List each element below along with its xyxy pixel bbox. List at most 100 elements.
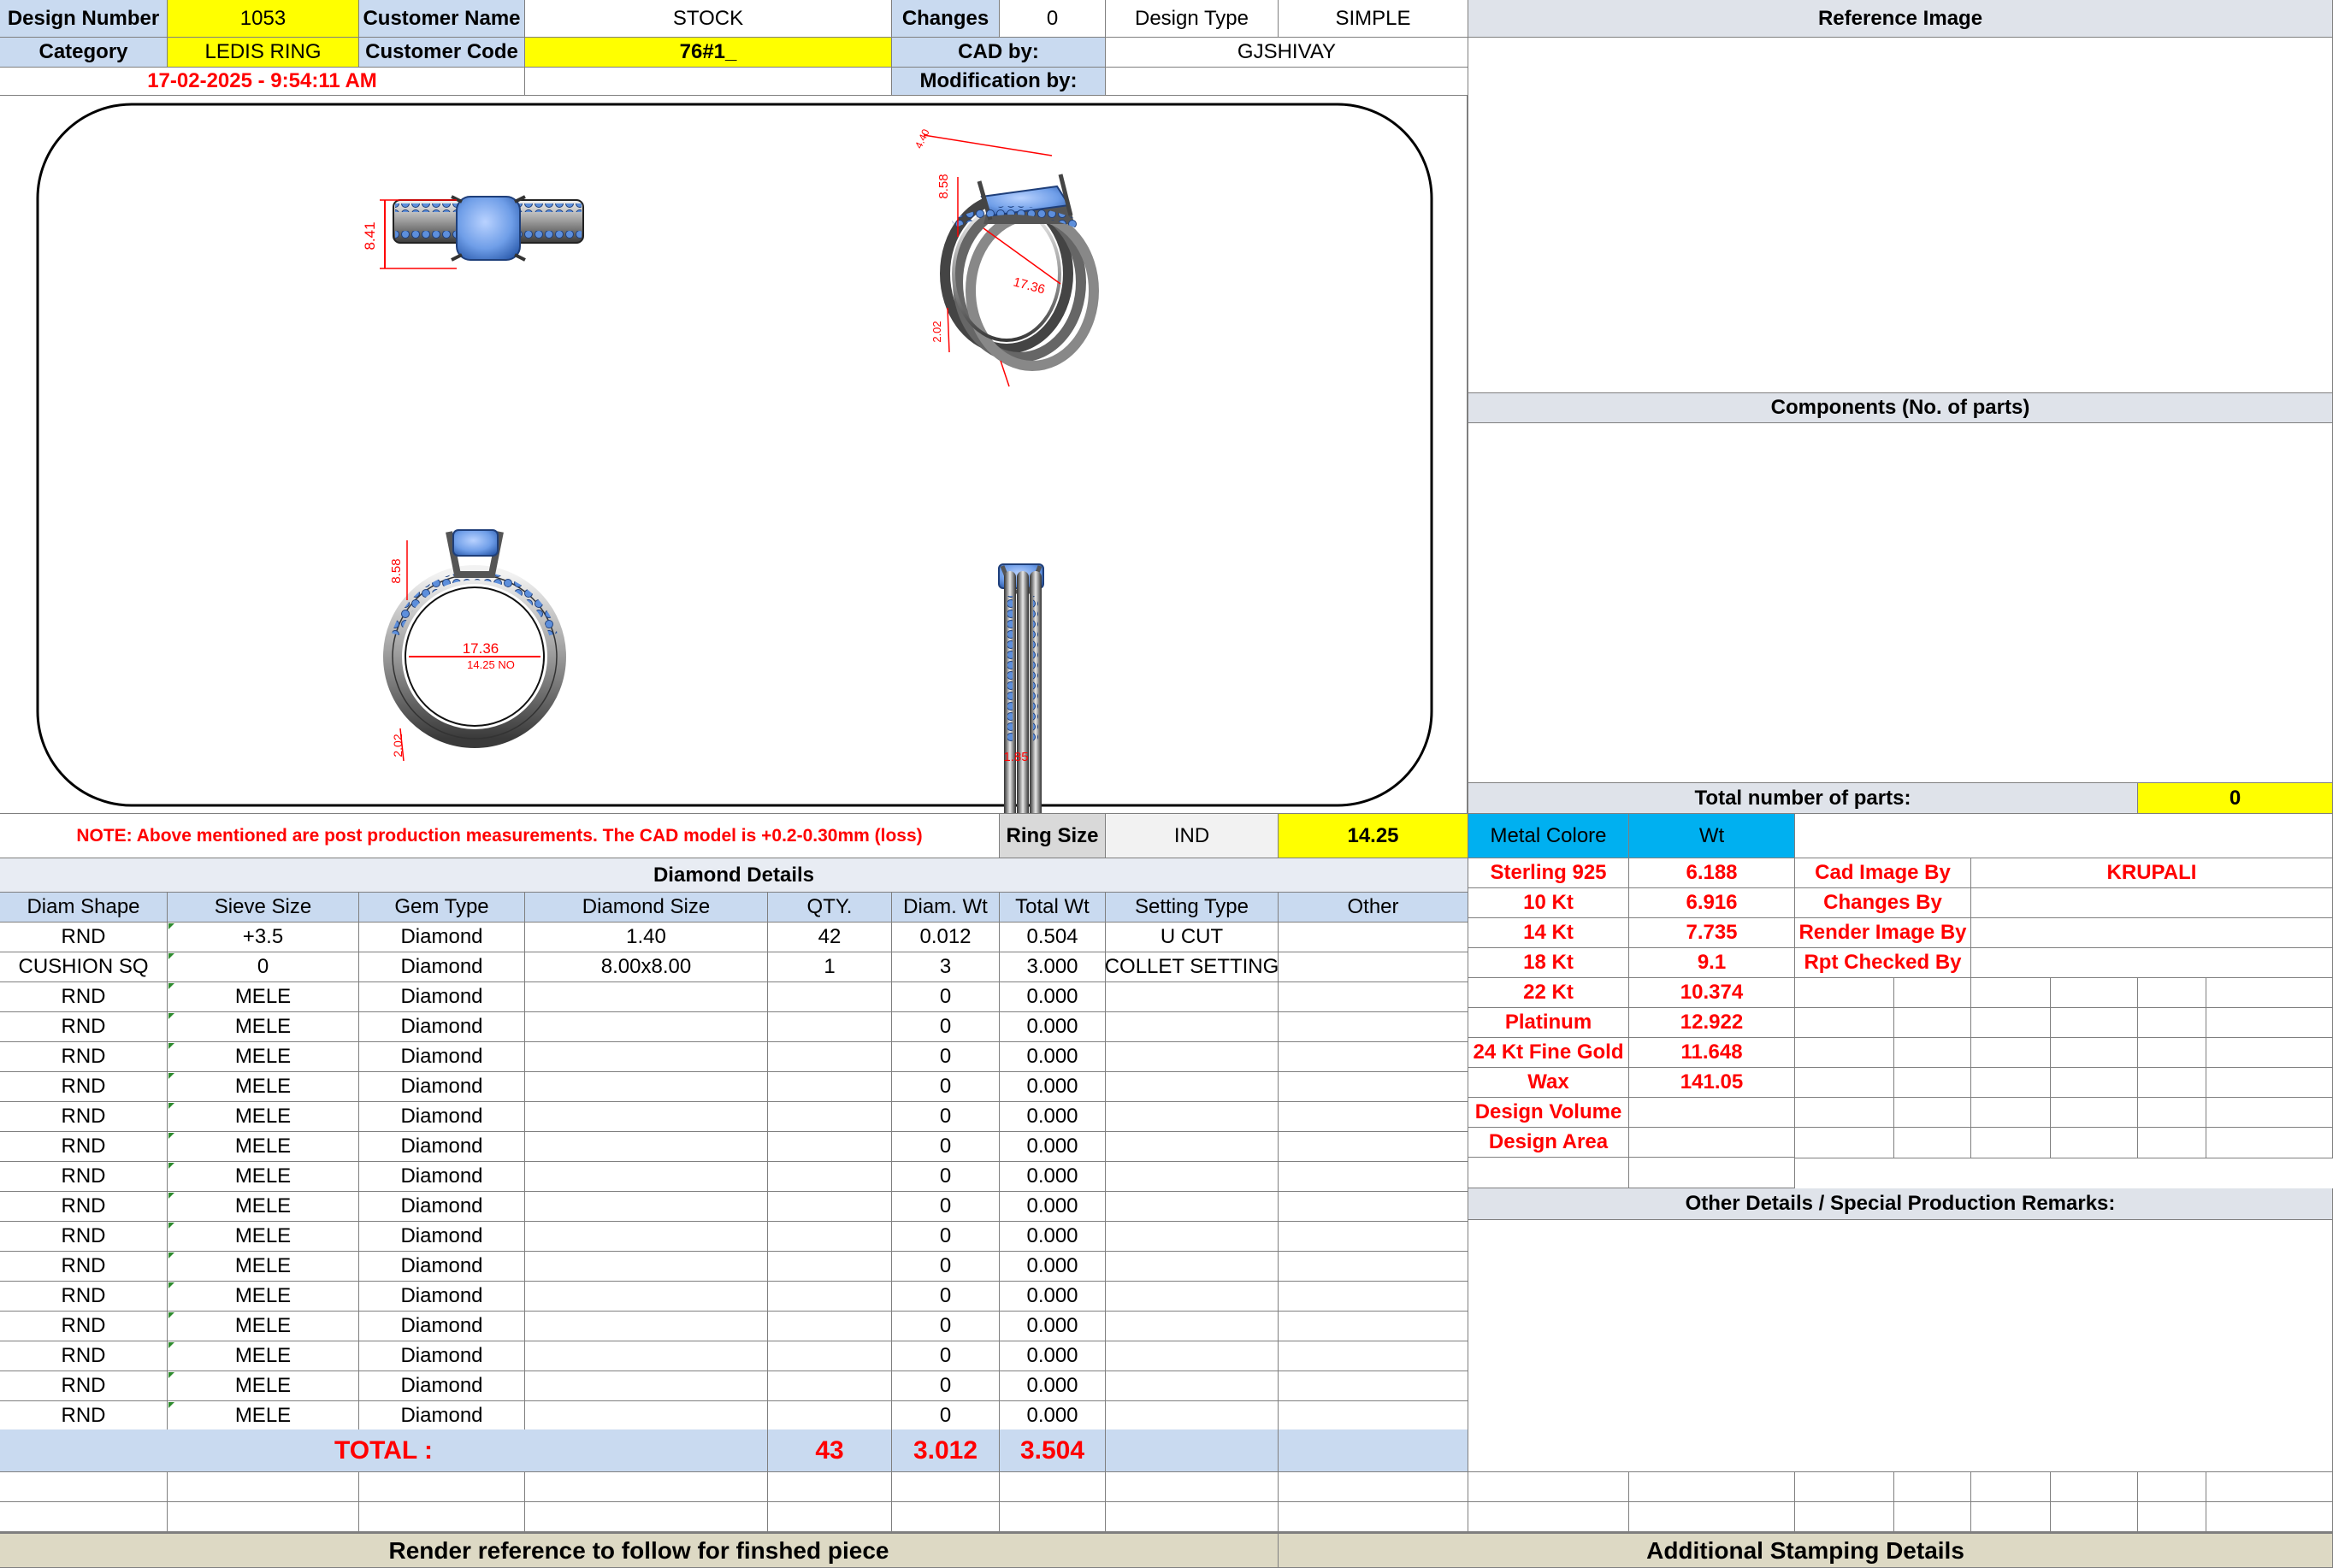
diamond-cell-qty[interactable]: 1 <box>768 952 892 982</box>
diamond-cell-shape[interactable]: RND <box>0 1042 168 1072</box>
metal-weight[interactable]: 6.916 <box>1629 888 1795 918</box>
grid-cell[interactable] <box>2051 1128 2138 1158</box>
diamond-cell-size[interactable]: 1.40 <box>525 923 768 952</box>
diamond-cell-total-wt[interactable]: 0.000 <box>1000 1102 1106 1132</box>
diamond-cell-diam-wt[interactable]: 0 <box>892 1371 1000 1401</box>
grid-cell[interactable] <box>2051 1008 2138 1038</box>
metal-weight[interactable]: 7.735 <box>1629 918 1795 948</box>
diamond-cell-size[interactable] <box>525 1341 768 1371</box>
metal-weight[interactable]: 11.648 <box>1629 1038 1795 1068</box>
diamond-cell-qty[interactable] <box>768 1162 892 1192</box>
diamond-cell-diam-wt[interactable]: 0 <box>892 1192 1000 1222</box>
diamond-cell-diam-wt[interactable]: 0 <box>892 1282 1000 1312</box>
ring-size-standard[interactable]: IND <box>1106 814 1279 858</box>
diamond-cell-qty[interactable] <box>768 982 892 1012</box>
diamond-cell-diam-wt[interactable]: 0 <box>892 1072 1000 1102</box>
diamond-cell-sieve[interactable]: MELE <box>168 1102 359 1132</box>
diamond-cell-setting[interactable] <box>1106 1042 1279 1072</box>
grid-cell[interactable] <box>1894 1128 1971 1158</box>
diamond-cell-qty[interactable]: 42 <box>768 923 892 952</box>
diamond-cell-total-wt[interactable]: 0.000 <box>1000 1341 1106 1371</box>
diamond-cell-diam-wt[interactable]: 0 <box>892 982 1000 1012</box>
grid-cell[interactable] <box>2206 978 2333 1008</box>
diamond-cell-shape[interactable]: RND <box>0 1102 168 1132</box>
metal-weight[interactable]: 10.374 <box>1629 978 1795 1008</box>
diamond-cell-sieve[interactable]: 0 <box>168 952 359 982</box>
diamond-cell-gem[interactable]: Diamond <box>359 1371 525 1401</box>
diamond-cell-diam-wt[interactable]: 0 <box>892 1162 1000 1192</box>
diamond-cell-sieve[interactable]: MELE <box>168 1042 359 1072</box>
grid-cell[interactable] <box>2206 1008 2333 1038</box>
diamond-cell-size[interactable] <box>525 1072 768 1102</box>
grid-cell[interactable] <box>2138 1128 2206 1158</box>
diamond-cell-qty[interactable] <box>768 1371 892 1401</box>
modification-value[interactable] <box>1106 68 1468 96</box>
diamond-cell-shape[interactable]: RND <box>0 1192 168 1222</box>
metal-weight[interactable] <box>1629 1098 1795 1128</box>
diamond-cell-other[interactable] <box>1279 1132 1468 1162</box>
diamond-cell-qty[interactable] <box>768 1312 892 1341</box>
diamond-cell-shape[interactable]: RND <box>0 1222 168 1252</box>
customer-code-value[interactable]: 76#1_ <box>525 38 892 68</box>
diamond-cell-size[interactable] <box>525 1192 768 1222</box>
diamond-cell-total-wt[interactable]: 0.000 <box>1000 1312 1106 1341</box>
blank-cell[interactable] <box>1971 1472 2051 1502</box>
diamond-cell-other[interactable] <box>1279 1312 1468 1341</box>
blank-cell[interactable] <box>1971 1502 2051 1532</box>
diamond-cell-total-wt[interactable]: 0.000 <box>1000 1132 1106 1162</box>
diamond-cell-gem[interactable]: Diamond <box>359 1012 525 1042</box>
blank-cell[interactable] <box>768 1472 892 1502</box>
grid-cell[interactable] <box>2206 1038 2333 1068</box>
grid-cell[interactable] <box>1894 978 1971 1008</box>
diamond-cell-sieve[interactable]: MELE <box>168 1401 359 1431</box>
staff-value[interactable]: KRUPALI <box>1971 858 2333 888</box>
design-number-value[interactable]: 1053 <box>168 0 359 38</box>
diamond-cell-size[interactable] <box>525 1102 768 1132</box>
diamond-cell-qty[interactable] <box>768 1252 892 1282</box>
cad-by-value[interactable]: GJSHIVAY <box>1106 38 1468 68</box>
diamond-cell-diam-wt[interactable]: 0 <box>892 1012 1000 1042</box>
blank-cell[interactable] <box>1894 1502 1971 1532</box>
blank-cell[interactable] <box>2138 1502 2206 1532</box>
diamond-cell-other[interactable] <box>1279 1102 1468 1132</box>
blank-cell[interactable] <box>1279 1502 1468 1532</box>
metal-weight[interactable] <box>1629 1128 1795 1158</box>
diamond-cell-setting[interactable] <box>1106 1222 1279 1252</box>
grid-cell[interactable] <box>2051 1068 2138 1098</box>
grid-cell[interactable] <box>2138 1008 2206 1038</box>
diamond-cell-shape[interactable]: CUSHION SQ <box>0 952 168 982</box>
diamond-cell-diam-wt[interactable]: 0 <box>892 1102 1000 1132</box>
diamond-cell-setting[interactable] <box>1106 1072 1279 1102</box>
grid-cell[interactable] <box>1795 1128 1894 1158</box>
diamond-cell-size[interactable] <box>525 1132 768 1162</box>
diamond-cell-setting[interactable]: U CUT <box>1106 923 1279 952</box>
diamond-cell-other[interactable] <box>1279 1192 1468 1222</box>
diamond-cell-setting[interactable] <box>1106 1401 1279 1431</box>
diamond-cell-size[interactable] <box>525 982 768 1012</box>
other-details-area[interactable] <box>1468 1220 2333 1472</box>
diamond-cell-sieve[interactable]: MELE <box>168 1132 359 1162</box>
diamond-cell-size[interactable] <box>525 1252 768 1282</box>
grid-cell[interactable] <box>1795 1008 1894 1038</box>
diamond-cell-gem[interactable]: Diamond <box>359 1341 525 1371</box>
grid-cell[interactable] <box>2206 1128 2333 1158</box>
grid-cell[interactable] <box>1795 978 1894 1008</box>
diamond-cell-sieve[interactable]: +3.5 <box>168 923 359 952</box>
diamond-cell-size[interactable] <box>525 1222 768 1252</box>
metal-weight[interactable]: 6.188 <box>1629 858 1795 888</box>
diamond-cell-shape[interactable]: RND <box>0 1072 168 1102</box>
diamond-cell-setting[interactable] <box>1106 1162 1279 1192</box>
diamond-cell-setting[interactable] <box>1106 982 1279 1012</box>
diamond-cell-setting[interactable] <box>1106 1252 1279 1282</box>
diamond-cell-gem[interactable]: Diamond <box>359 923 525 952</box>
diamond-cell-sieve[interactable]: MELE <box>168 1341 359 1371</box>
diamond-cell-size[interactable] <box>525 1012 768 1042</box>
diamond-cell-shape[interactable]: RND <box>0 1341 168 1371</box>
diamond-cell-other[interactable] <box>1279 923 1468 952</box>
blank-cell[interactable] <box>168 1502 359 1532</box>
diamond-cell-size[interactable]: 8.00x8.00 <box>525 952 768 982</box>
diamond-cell-total-wt[interactable]: 0.000 <box>1000 1222 1106 1252</box>
diamond-cell-sieve[interactable]: MELE <box>168 1222 359 1252</box>
diamond-cell-qty[interactable] <box>768 1341 892 1371</box>
diamond-cell-gem[interactable]: Diamond <box>359 1222 525 1252</box>
